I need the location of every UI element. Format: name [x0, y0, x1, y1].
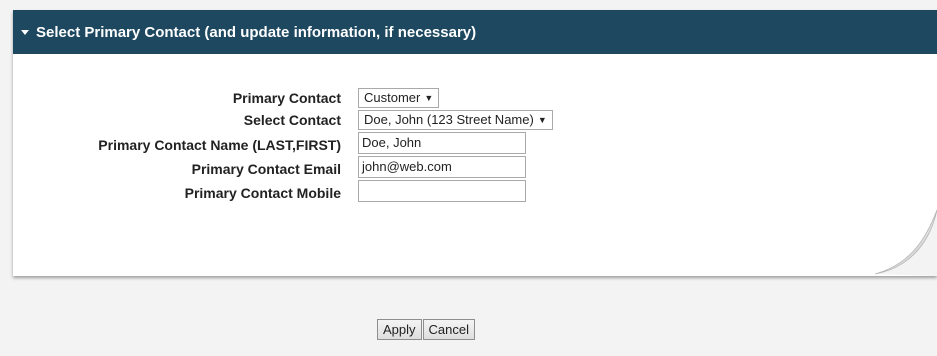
- contact-mobile-label: Primary Contact Mobile: [184, 185, 341, 201]
- cancel-button[interactable]: Cancel: [422, 319, 475, 340]
- primary-contact-select-value: Customer: [364, 90, 421, 105]
- primary-contact-label: Primary Contact: [232, 90, 341, 106]
- panel-title: Select Primary Contact (and update infor…: [36, 23, 477, 41]
- action-buttons: Apply Cancel: [377, 319, 475, 340]
- row-contact-email: Primary Contact Email john@web.com: [13, 156, 937, 181]
- primary-contact-select[interactable]: Customer ▼: [358, 88, 440, 108]
- row-select-contact: Select Contact Doe, John (123 Street Nam…: [13, 110, 937, 132]
- row-primary-contact: Primary Contact Customer ▼: [13, 88, 937, 110]
- select-contact-select[interactable]: Doe, John (123 Street Name) ▼: [358, 110, 553, 130]
- select-contact-label: Select Contact: [243, 112, 341, 128]
- apply-button[interactable]: Apply: [377, 319, 422, 340]
- row-contact-name: Primary Contact Name (LAST,FIRST) Doe, J…: [13, 132, 937, 157]
- contact-mobile-input[interactable]: [358, 180, 526, 202]
- contact-name-label: Primary Contact Name (LAST,FIRST): [98, 137, 341, 153]
- page-curl-icon: [874, 209, 937, 276]
- contact-panel: Select Primary Contact (and update infor…: [13, 10, 937, 276]
- contact-name-input[interactable]: Doe, John: [358, 132, 526, 154]
- row-contact-mobile: Primary Contact Mobile: [13, 180, 937, 205]
- contact-email-input[interactable]: john@web.com: [358, 156, 526, 178]
- dropdown-arrow-icon: ▼: [537, 115, 547, 125]
- contact-email-label: Primary Contact Email: [191, 161, 341, 177]
- panel-header[interactable]: Select Primary Contact (and update infor…: [13, 10, 937, 54]
- select-contact-select-value: Doe, John (123 Street Name): [364, 112, 534, 127]
- dropdown-arrow-icon: ▼: [424, 93, 434, 103]
- caret-down-icon[interactable]: [21, 30, 29, 35]
